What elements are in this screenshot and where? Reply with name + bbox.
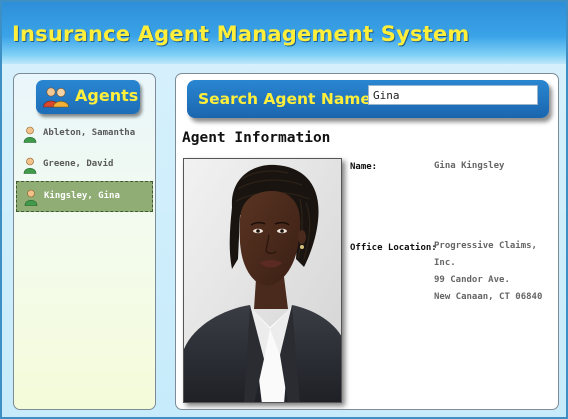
search-input[interactable]: [368, 85, 538, 105]
name-label: Name:: [350, 162, 378, 172]
title-bar: Insurance Agent Management System: [2, 2, 566, 64]
app-title: Insurance Agent Management System: [12, 22, 470, 46]
name-value: Gina Kingsley: [434, 161, 505, 171]
agent-list-item[interactable]: Ableton, Samantha: [14, 119, 155, 150]
agent-name: Greene, David: [43, 159, 114, 169]
office-line-company: Progressive Claims, Inc.: [434, 241, 537, 268]
person-icon: [23, 126, 37, 143]
search-label: Search Agent Name: [198, 90, 371, 108]
section-title: Agent Information: [182, 130, 331, 146]
agents-panel: Agents Ableton, Samantha Greene, David K…: [13, 73, 156, 410]
agent-name: Kingsley, Gina: [44, 191, 120, 201]
agent-list: Ableton, Samantha Greene, David Kingsley…: [14, 119, 155, 212]
person-icon: [24, 189, 38, 206]
office-location-value: Progressive Claims, Inc. 99 Candor Ave. …: [434, 238, 558, 306]
agent-list-item-selected[interactable]: Kingsley, Gina: [16, 181, 153, 212]
search-bar: Search Agent Name: [187, 80, 549, 118]
agents-header-label: Agents: [75, 86, 139, 105]
agents-header: Agents: [36, 80, 140, 114]
agent-name: Ableton, Samantha: [43, 128, 136, 138]
agent-photo: [183, 158, 342, 403]
agent-list-item[interactable]: Greene, David: [14, 150, 155, 181]
agents-group-icon: [43, 87, 69, 108]
office-line-city: New Canaan, CT 06840: [434, 292, 543, 302]
agent-detail-panel: Search Agent Name Agent Information: [175, 73, 559, 410]
agent-portrait-image: [184, 159, 341, 402]
office-line-street: 99 Candor Ave.: [434, 275, 510, 285]
office-location-label: Office Location:: [350, 243, 437, 253]
app-window: Insurance Agent Management System Agents…: [0, 0, 568, 419]
person-icon: [23, 157, 37, 174]
